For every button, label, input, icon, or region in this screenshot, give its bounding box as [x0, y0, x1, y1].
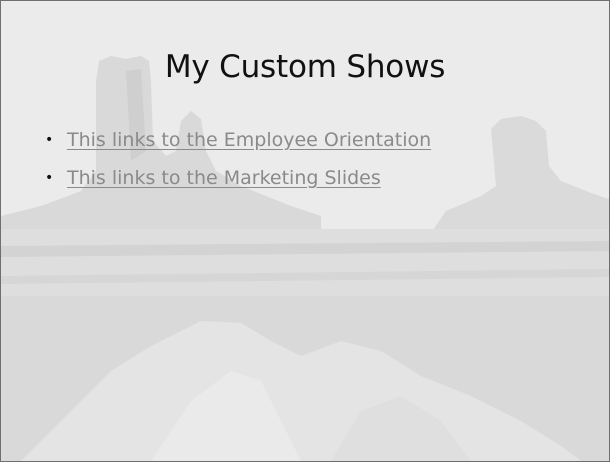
bullet-item-marketing-slides: • This links to the Marketing Slides — [45, 159, 431, 197]
bullet-list: • This links to the Employee Orientation… — [45, 121, 431, 197]
link-employee-orientation[interactable]: This links to the Employee Orientation — [67, 129, 431, 151]
bullet-item-employee-orientation: • This links to the Employee Orientation — [45, 121, 431, 159]
bullet-icon: • — [45, 132, 54, 148]
slide: My Custom Shows • This links to the Empl… — [0, 0, 610, 462]
link-marketing-slides[interactable]: This links to the Marketing Slides — [67, 167, 381, 189]
bullet-icon: • — [45, 170, 54, 186]
slide-title: My Custom Shows — [164, 49, 446, 85]
